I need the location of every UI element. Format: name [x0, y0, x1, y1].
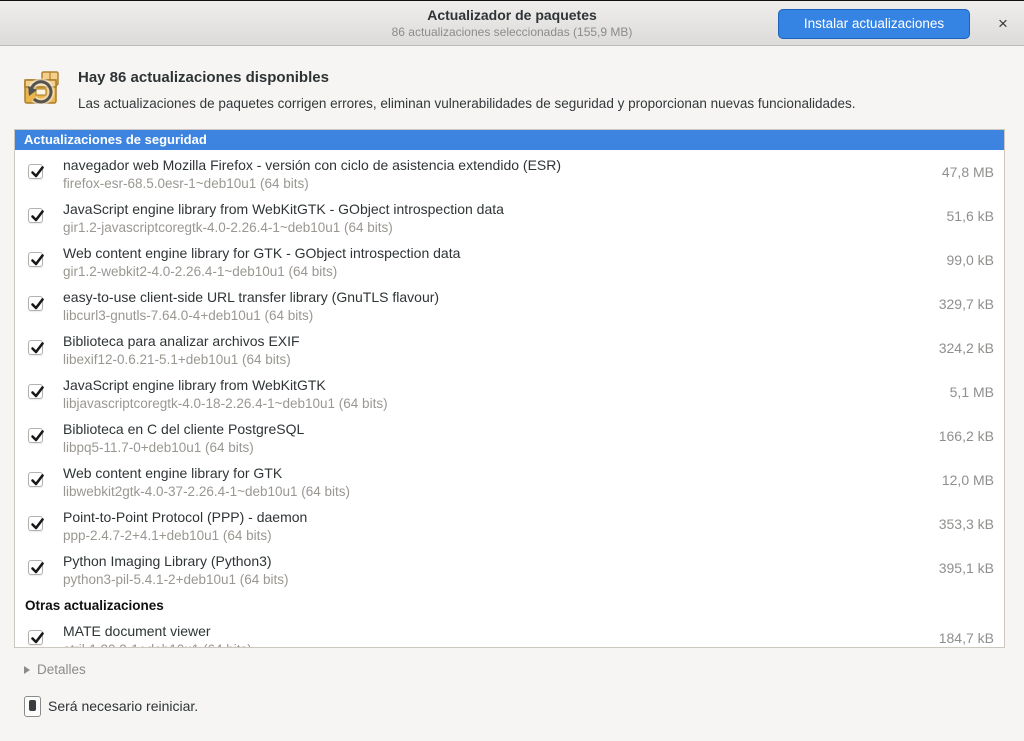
package-name: Web content engine library for GTK - GOb… — [63, 244, 894, 263]
update-row: MATE document vieweratril-1.20.3-1+deb10… — [15, 616, 1004, 648]
package-version: gir1.2-javascriptcoregtk-4.0-2.26.4-1~de… — [63, 219, 894, 237]
package-name: Web content engine library for GTK — [63, 464, 894, 483]
update-checkbox[interactable] — [28, 560, 43, 575]
package-size: 12,0 MB — [942, 458, 994, 502]
package-version: libexif12-0.6.21-5.1+deb10u1 (64 bits) — [63, 351, 894, 369]
update-checkbox[interactable] — [28, 516, 43, 531]
package-size: 47,8 MB — [942, 150, 994, 194]
update-checkbox[interactable] — [28, 164, 43, 179]
updates-list: Actualizaciones de seguridad navegador we… — [14, 129, 1005, 648]
package-version: ppp-2.4.7-2+4.1+deb10u1 (64 bits) — [63, 527, 894, 545]
package-size: 99,0 kB — [947, 238, 994, 282]
package-name: Point-to-Point Protocol (PPP) - daemon — [63, 508, 894, 527]
update-row: Biblioteca en C del cliente PostgreSQLli… — [15, 414, 1004, 458]
package-version: libcurl3-gnutls-7.64.0-4+deb10u1 (64 bit… — [63, 307, 894, 325]
package-version: atril-1.20.3-1+deb10u1 (64 bits) — [63, 641, 894, 648]
package-name: easy-to-use client-side URL transfer lib… — [63, 288, 894, 307]
package-version: gir1.2-webkit2-4.0-2.26.4-1~deb10u1 (64 … — [63, 263, 894, 281]
package-version: python3-pil-5.4.1-2+deb10u1 (64 bits) — [63, 571, 894, 589]
package-name: JavaScript engine library from WebKitGTK… — [63, 200, 894, 219]
restart-required-icon — [24, 696, 41, 717]
details-expander[interactable]: Detalles — [24, 661, 86, 681]
package-size: 329,7 kB — [939, 282, 994, 326]
update-row: JavaScript engine library from WebKitGTK… — [15, 370, 1004, 414]
package-name: Biblioteca en C del cliente PostgreSQL — [63, 420, 894, 439]
update-row: JavaScript engine library from WebKitGTK… — [15, 194, 1004, 238]
update-row: navegador web Mozilla Firefox - versión … — [15, 150, 1004, 194]
package-name: MATE document viewer — [63, 622, 894, 641]
section-header-other: Otras actualizaciones — [15, 590, 1004, 616]
updates-description: Las actualizaciones de paquetes corrigen… — [78, 88, 1010, 113]
package-size: 395,1 kB — [939, 546, 994, 590]
package-updater-icon — [18, 64, 66, 112]
update-row: Web content engine library for GTK - GOb… — [15, 238, 1004, 282]
update-checkbox[interactable] — [28, 296, 43, 311]
package-size: 51,6 kB — [947, 194, 994, 238]
update-row: easy-to-use client-side URL transfer lib… — [15, 282, 1004, 326]
package-name: JavaScript engine library from WebKitGTK — [63, 376, 894, 395]
package-size: 184,7 kB — [939, 616, 994, 648]
package-name: Biblioteca para analizar archivos EXIF — [63, 332, 894, 351]
package-version: libjavascriptcoregtk-4.0-18-2.26.4-1~deb… — [63, 395, 894, 413]
package-size: 5,1 MB — [950, 370, 994, 414]
updates-available-title: Hay 86 actualizaciones disponibles — [78, 60, 1010, 88]
package-name: Python Imaging Library (Python3) — [63, 552, 894, 571]
update-row: Web content engine library for GTKlibweb… — [15, 458, 1004, 502]
details-label: Detalles — [37, 662, 86, 677]
close-icon[interactable]: × — [990, 12, 1016, 36]
update-checkbox[interactable] — [28, 340, 43, 355]
package-size: 324,2 kB — [939, 326, 994, 370]
package-version: libpq5-11.7-0+deb10u1 (64 bits) — [63, 439, 894, 457]
update-checkbox[interactable] — [28, 472, 43, 487]
package-name: navegador web Mozilla Firefox - versión … — [63, 156, 894, 175]
update-row: Biblioteca para analizar archivos EXIFli… — [15, 326, 1004, 370]
package-version: libwebkit2gtk-4.0-37-2.26.4-1~deb10u1 (6… — [63, 483, 894, 501]
header: Hay 86 actualizaciones disponibles Las a… — [18, 60, 1010, 113]
update-row: Python Imaging Library (Python3)python3-… — [15, 546, 1004, 590]
titlebar: Actualizador de paquetes 86 actualizacio… — [0, 0, 1024, 46]
update-checkbox[interactable] — [28, 428, 43, 443]
package-size: 166,2 kB — [939, 414, 994, 458]
package-version: firefox-esr-68.5.0esr-1~deb10u1 (64 bits… — [63, 175, 894, 193]
package-size: 353,3 kB — [939, 502, 994, 546]
update-row: Point-to-Point Protocol (PPP) - daemonpp… — [15, 502, 1004, 546]
install-updates-button[interactable]: Instalar actualizaciones — [778, 9, 970, 39]
update-checkbox[interactable] — [28, 252, 43, 267]
update-checkbox[interactable] — [28, 630, 43, 645]
update-checkbox[interactable] — [28, 208, 43, 223]
update-checkbox[interactable] — [28, 384, 43, 399]
section-header-security: Actualizaciones de seguridad — [15, 130, 1004, 150]
restart-notice-text: Será necesario reiniciar. — [48, 698, 198, 714]
chevron-right-icon — [24, 666, 30, 674]
